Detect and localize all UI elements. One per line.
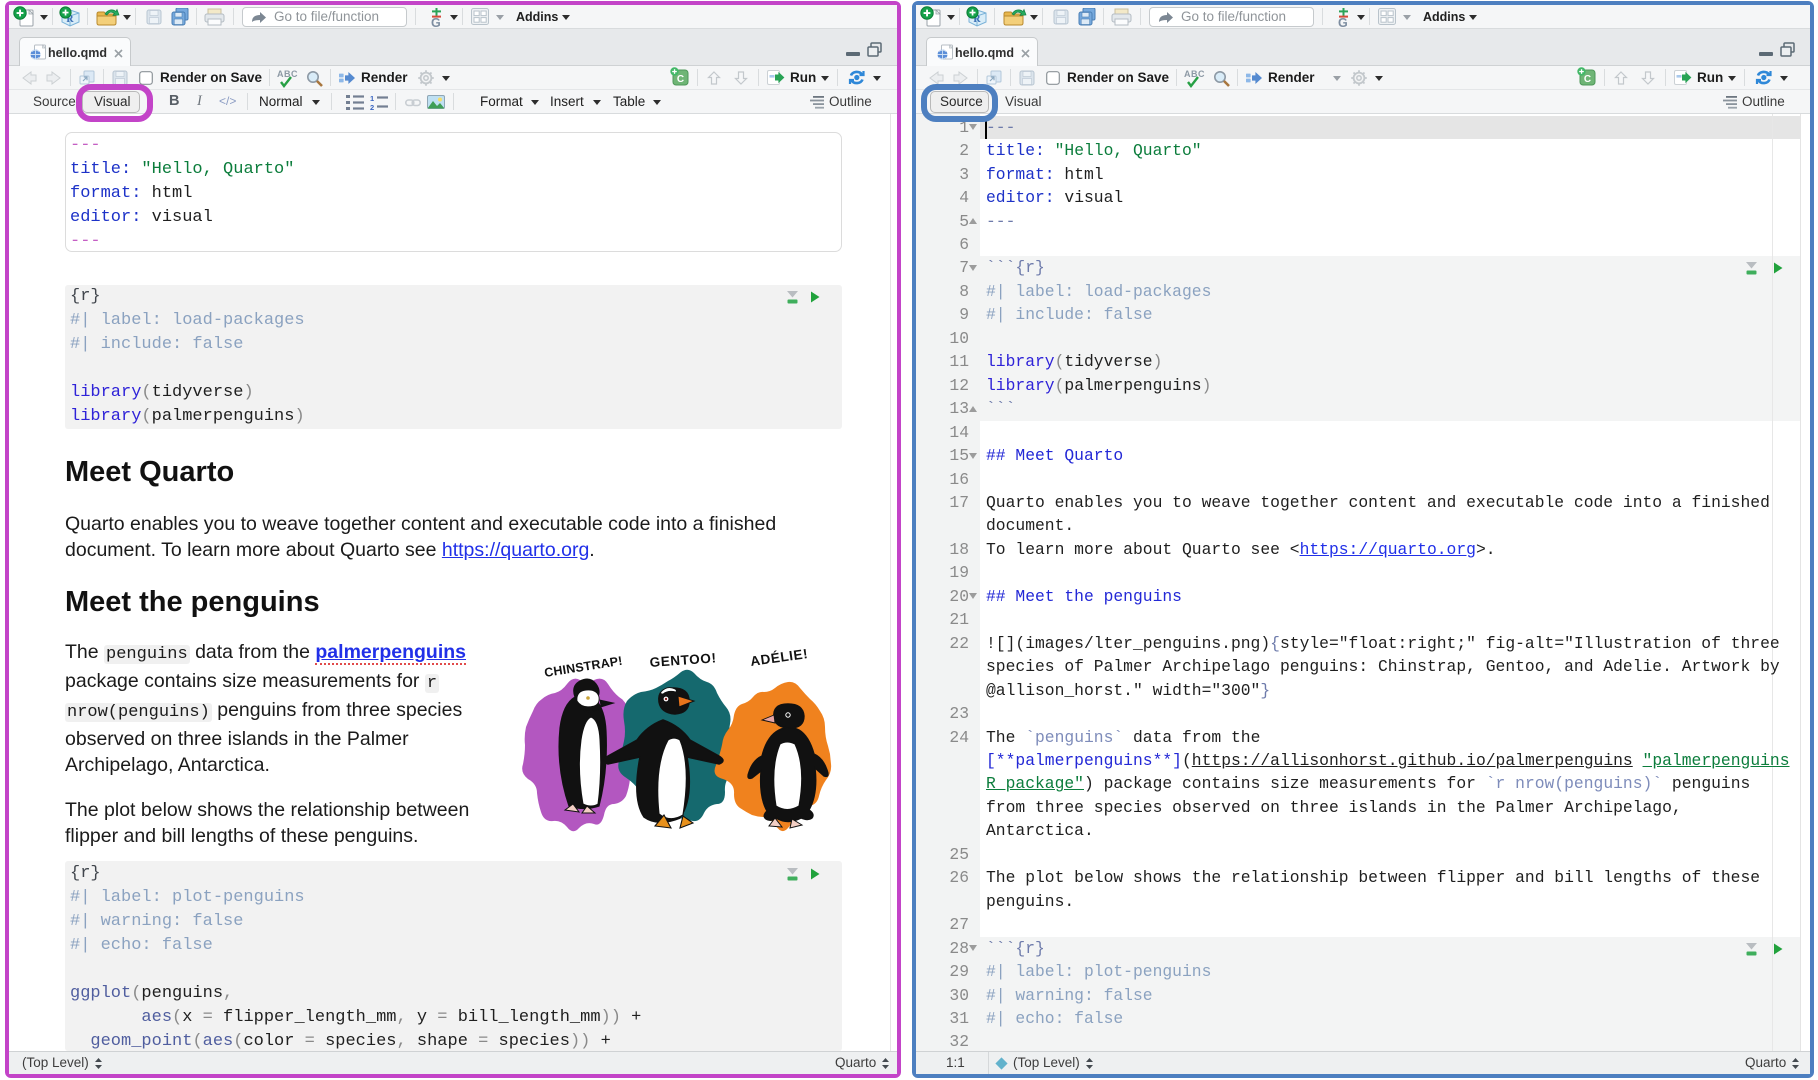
svg-text:ABC: ABC [277, 69, 298, 79]
svg-text:C: C [1584, 74, 1591, 85]
svg-text:GENTOO!: GENTOO! [649, 650, 717, 670]
svg-text:G: G [431, 16, 441, 28]
svg-text:C: C [677, 74, 684, 85]
svg-text:G: G [1338, 16, 1348, 28]
svg-text:ABC: ABC [1184, 69, 1205, 79]
svg-text:2: 2 [370, 103, 374, 111]
svg-text:CHINSTRAP!: CHINSTRAP! [543, 654, 623, 680]
svg-text:ADÉLIE!: ADÉLIE! [749, 646, 809, 669]
svg-text:1: 1 [370, 94, 374, 103]
